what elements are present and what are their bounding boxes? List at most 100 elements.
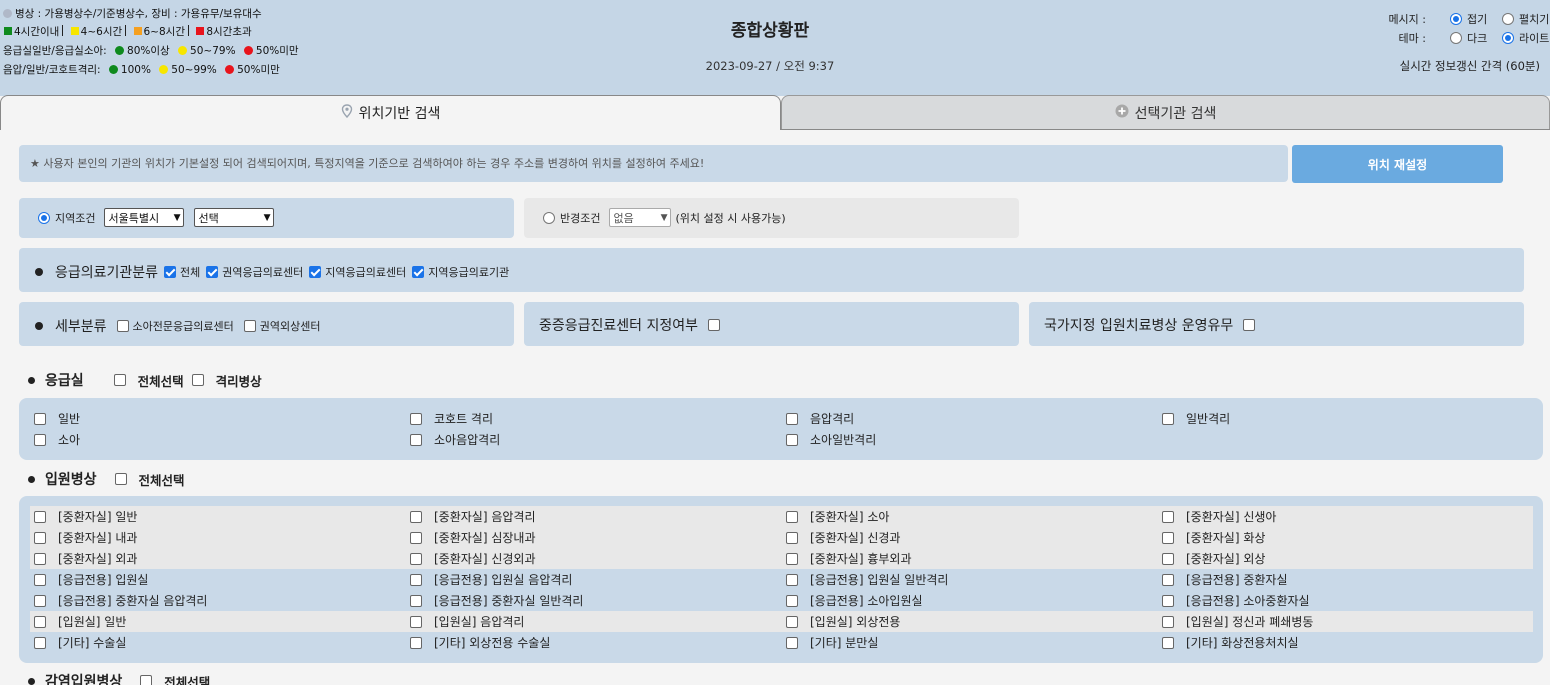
plus-circle-icon bbox=[1115, 104, 1129, 122]
inpatient-option-checkbox-item[interactable]: [응급전용] 입원실 bbox=[34, 571, 148, 588]
inpatient-option-checkbox-item[interactable]: [중환자실] 신생아 bbox=[1162, 508, 1276, 525]
inpatient-option-checkbox[interactable] bbox=[1162, 573, 1174, 586]
inpatient-option-checkbox-item[interactable]: [입원실] 외상전용 bbox=[786, 613, 900, 630]
inpatient-option-checkbox[interactable] bbox=[410, 552, 422, 565]
inpatient-option-checkbox[interactable] bbox=[410, 594, 422, 607]
inpatient-option-checkbox[interactable] bbox=[786, 510, 798, 523]
inpatient-option-checkbox-item[interactable]: [중환자실] 심장내과 bbox=[410, 529, 536, 546]
inpatient-option-checkbox[interactable] bbox=[34, 531, 46, 544]
subclass-trauma-checkbox[interactable]: 권역외상센터 bbox=[243, 318, 320, 334]
inpatient-option-checkbox[interactable] bbox=[786, 531, 798, 544]
inpatient-option-checkbox[interactable] bbox=[34, 615, 46, 628]
er-option-checkbox-item[interactable]: 일반 bbox=[34, 410, 80, 427]
inpatient-option-checkbox[interactable] bbox=[786, 573, 798, 586]
er-option-checkbox-item[interactable]: 소아 bbox=[34, 431, 80, 448]
inpatient-option-checkbox-item[interactable]: [중환자실] 흉부외과 bbox=[786, 550, 912, 567]
inpatient-option-checkbox[interactable] bbox=[410, 636, 422, 649]
inpatient-option-checkbox-item[interactable]: [기타] 외상전용 수술실 bbox=[410, 634, 550, 651]
inpatient-option-label: [입원실] 일반 bbox=[58, 615, 127, 629]
tab-location-search[interactable]: 위치기반 검색 bbox=[0, 95, 781, 130]
inpatient-option-checkbox-item[interactable]: [입원실] 정신과 폐쇄병동 bbox=[1162, 613, 1313, 630]
er-option-checkbox[interactable] bbox=[786, 433, 798, 446]
radius-select[interactable]: 없음 ▼ bbox=[609, 208, 672, 227]
refresh-interval: 실시간 정보갱신 간격 (60분) bbox=[1399, 59, 1540, 73]
inpatient-option-checkbox[interactable] bbox=[786, 552, 798, 565]
theme-light-radio[interactable]: 라이트 bbox=[1502, 30, 1549, 46]
infection-select-all-checkbox[interactable]: 전체선택 bbox=[140, 672, 210, 685]
city-select[interactable]: 서울특별시 ▼ bbox=[104, 208, 185, 227]
inpatient-option-checkbox-item[interactable]: [응급전용] 입원실 일반격리 bbox=[786, 571, 948, 588]
national-beds-checkbox[interactable] bbox=[1243, 319, 1256, 331]
er-option-checkbox[interactable] bbox=[410, 412, 422, 425]
severe-center-checkbox[interactable] bbox=[708, 319, 721, 331]
er-option-checkbox[interactable] bbox=[34, 412, 46, 425]
district-select[interactable]: 선택 ▼ bbox=[194, 208, 275, 227]
inpatient-option-checkbox-item[interactable]: [중환자실] 내과 bbox=[34, 529, 137, 546]
er-option-checkbox-item[interactable]: 소아일반격리 bbox=[786, 431, 876, 448]
subclass-pediatric-checkbox[interactable]: 소아전문응급의료센터 bbox=[116, 318, 234, 334]
inpatient-option-checkbox-item[interactable]: [응급전용] 입원실 음압격리 bbox=[410, 571, 572, 588]
inpatient-option-checkbox[interactable] bbox=[34, 573, 46, 586]
inpatient-option-checkbox[interactable] bbox=[34, 636, 46, 649]
reset-location-button[interactable]: 위치 재설정 bbox=[1292, 145, 1503, 183]
inpatient-option-checkbox[interactable] bbox=[410, 531, 422, 544]
inpatient-option-checkbox[interactable] bbox=[1162, 552, 1174, 565]
inpatient-option-checkbox-item[interactable]: [응급전용] 중환자실 bbox=[1162, 571, 1288, 588]
inpatient-option-checkbox[interactable] bbox=[410, 615, 422, 628]
class-local-institution-checkbox[interactable]: 지역응급의료기관 bbox=[412, 264, 509, 280]
er-option-checkbox-item[interactable]: 소아음압격리 bbox=[410, 431, 500, 448]
class-local-center-checkbox[interactable]: 지역응급의료센터 bbox=[309, 264, 406, 280]
inpatient-option-label: [중환자실] 신생아 bbox=[1186, 510, 1277, 524]
green-dot-icon bbox=[115, 46, 125, 55]
inpatient-option-checkbox-item[interactable]: [중환자실] 음압격리 bbox=[410, 508, 536, 525]
inpatient-option-checkbox[interactable] bbox=[410, 510, 422, 523]
inpatient-option-checkbox[interactable] bbox=[1162, 615, 1174, 628]
inpatient-option-checkbox-item[interactable]: [기타] 분만실 bbox=[786, 634, 878, 651]
inpatient-option-checkbox-item[interactable]: [중환자실] 신경외과 bbox=[410, 550, 536, 567]
er-option-checkbox[interactable] bbox=[1162, 412, 1174, 425]
inpatient-option-checkbox-item[interactable]: [기타] 화상전용처치실 bbox=[1162, 634, 1299, 651]
class-regional-center-checkbox[interactable]: 권역응급의료센터 bbox=[206, 264, 303, 280]
inpatient-option-checkbox[interactable] bbox=[1162, 594, 1174, 607]
tab-selected-search[interactable]: 선택기관 검색 bbox=[781, 95, 1550, 130]
inpatient-option-checkbox[interactable] bbox=[34, 510, 46, 523]
er-option-checkbox[interactable] bbox=[410, 433, 422, 446]
class-all-checkbox[interactable]: 전체 bbox=[164, 264, 200, 280]
inpatient-option-checkbox[interactable] bbox=[786, 636, 798, 649]
inpatient-option-checkbox-item[interactable]: [응급전용] 소아입원실 bbox=[786, 592, 923, 609]
theme-dark-radio[interactable]: 다크 bbox=[1450, 30, 1488, 46]
inpatient-option-checkbox-item[interactable]: [기타] 수술실 bbox=[34, 634, 126, 651]
inpatient-option-checkbox-item[interactable]: [중환자실] 일반 bbox=[34, 508, 137, 525]
er-option-checkbox-item[interactable]: 일반격리 bbox=[1162, 410, 1230, 427]
inpatient-option-checkbox[interactable] bbox=[410, 573, 422, 586]
inpatient-option-checkbox[interactable] bbox=[786, 594, 798, 607]
inpatient-option-checkbox-item[interactable]: [응급전용] 중환자실 음압격리 bbox=[34, 592, 207, 609]
inpatient-option-checkbox-item[interactable]: [입원실] 일반 bbox=[34, 613, 126, 630]
er-isolation-checkbox[interactable]: 격리병상 bbox=[191, 371, 262, 390]
inpatient-option-checkbox-item[interactable]: [중환자실] 화상 bbox=[1162, 529, 1265, 546]
inpatient-option-checkbox[interactable] bbox=[34, 594, 46, 607]
message-collapse-radio[interactable]: 접기 bbox=[1450, 11, 1488, 27]
inpatient-option-checkbox-item[interactable]: [중환자실] 외상 bbox=[1162, 550, 1265, 567]
er-option-checkbox-item[interactable]: 음압격리 bbox=[786, 410, 854, 427]
inpatient-option-checkbox-item[interactable]: [중환자실] 소아 bbox=[786, 508, 889, 525]
er-option-checkbox[interactable] bbox=[34, 433, 46, 446]
inpatient-select-all-checkbox[interactable]: 전체선택 bbox=[114, 470, 185, 489]
inpatient-option-checkbox[interactable] bbox=[1162, 531, 1174, 544]
inpatient-option-checkbox-item[interactable]: [응급전용] 중환자실 일반격리 bbox=[410, 592, 583, 609]
inpatient-option-label: [응급전용] 입원실 일반격리 bbox=[810, 573, 949, 587]
inpatient-option-checkbox[interactable] bbox=[1162, 510, 1174, 523]
inpatient-option-checkbox[interactable] bbox=[1162, 636, 1174, 649]
er-option-checkbox-item[interactable]: 코호트 격리 bbox=[410, 410, 493, 427]
inpatient-option-checkbox[interactable] bbox=[34, 552, 46, 565]
inpatient-option-checkbox-item[interactable]: [응급전용] 소아중환자실 bbox=[1162, 592, 1310, 609]
radius-condition-radio[interactable] bbox=[543, 211, 555, 224]
message-expand-radio[interactable]: 펼치기 bbox=[1502, 11, 1549, 27]
er-select-all-checkbox[interactable]: 전체선택 bbox=[113, 371, 184, 390]
inpatient-option-checkbox-item[interactable]: [입원실] 음압격리 bbox=[410, 613, 524, 630]
inpatient-option-checkbox-item[interactable]: [중환자실] 외과 bbox=[34, 550, 137, 567]
inpatient-option-checkbox[interactable] bbox=[786, 615, 798, 628]
inpatient-option-checkbox-item[interactable]: [중환자실] 신경과 bbox=[786, 529, 900, 546]
region-condition-radio[interactable] bbox=[38, 211, 50, 224]
er-option-checkbox[interactable] bbox=[786, 412, 798, 425]
